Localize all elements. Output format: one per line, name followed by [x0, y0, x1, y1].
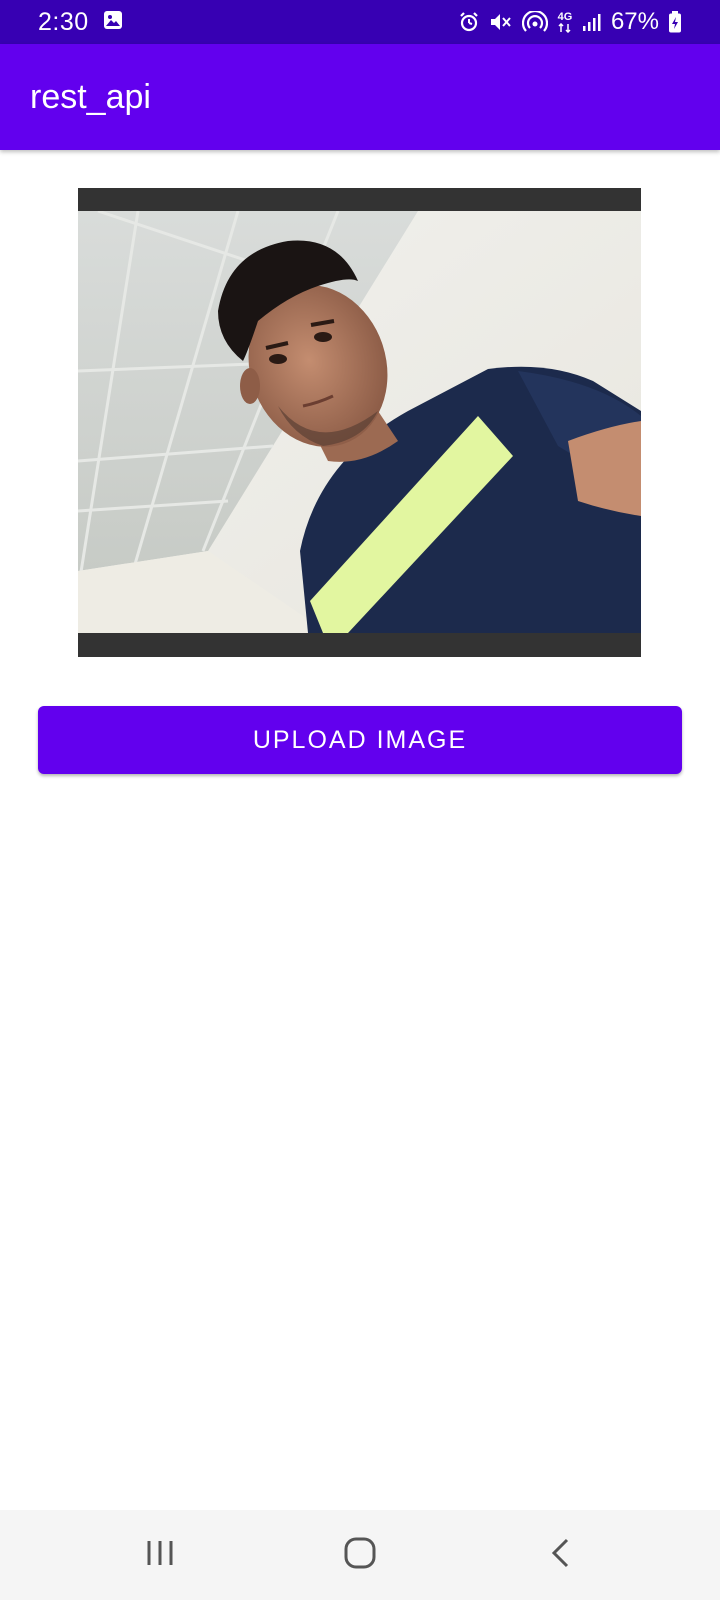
- status-right: 4G 67%: [458, 8, 682, 36]
- mute-icon: [489, 11, 513, 33]
- image-preview-frame: [78, 188, 641, 657]
- status-bar: 2:30 4G 67%: [0, 0, 720, 44]
- home-icon: [344, 1537, 376, 1574]
- app-bar: rest_api: [0, 44, 720, 150]
- network-type-label: 4G: [557, 10, 573, 23]
- screen: 2:30 4G 67% rest_api UPLOAD IMAGE: [0, 0, 720, 1600]
- battery-icon: [668, 11, 682, 33]
- battery-percent: 67%: [610, 8, 659, 35]
- recents-icon: [145, 1539, 175, 1572]
- home-button[interactable]: [320, 1520, 400, 1590]
- recents-button[interactable]: [120, 1520, 200, 1590]
- signal-icon: [582, 12, 602, 32]
- status-left: 2:30: [38, 8, 123, 37]
- gallery-icon: [103, 10, 123, 35]
- navigation-bar: [0, 1510, 720, 1600]
- status-time: 2:30: [38, 7, 89, 36]
- back-button[interactable]: [520, 1520, 600, 1590]
- upload-image-button[interactable]: UPLOAD IMAGE: [38, 706, 682, 774]
- back-icon: [549, 1537, 571, 1574]
- hotspot-icon: [521, 11, 548, 33]
- selected-photo: [78, 211, 641, 633]
- alarm-icon: [458, 11, 480, 33]
- network-4g-icon: 4G: [557, 10, 573, 33]
- app-title: rest_api: [30, 77, 151, 116]
